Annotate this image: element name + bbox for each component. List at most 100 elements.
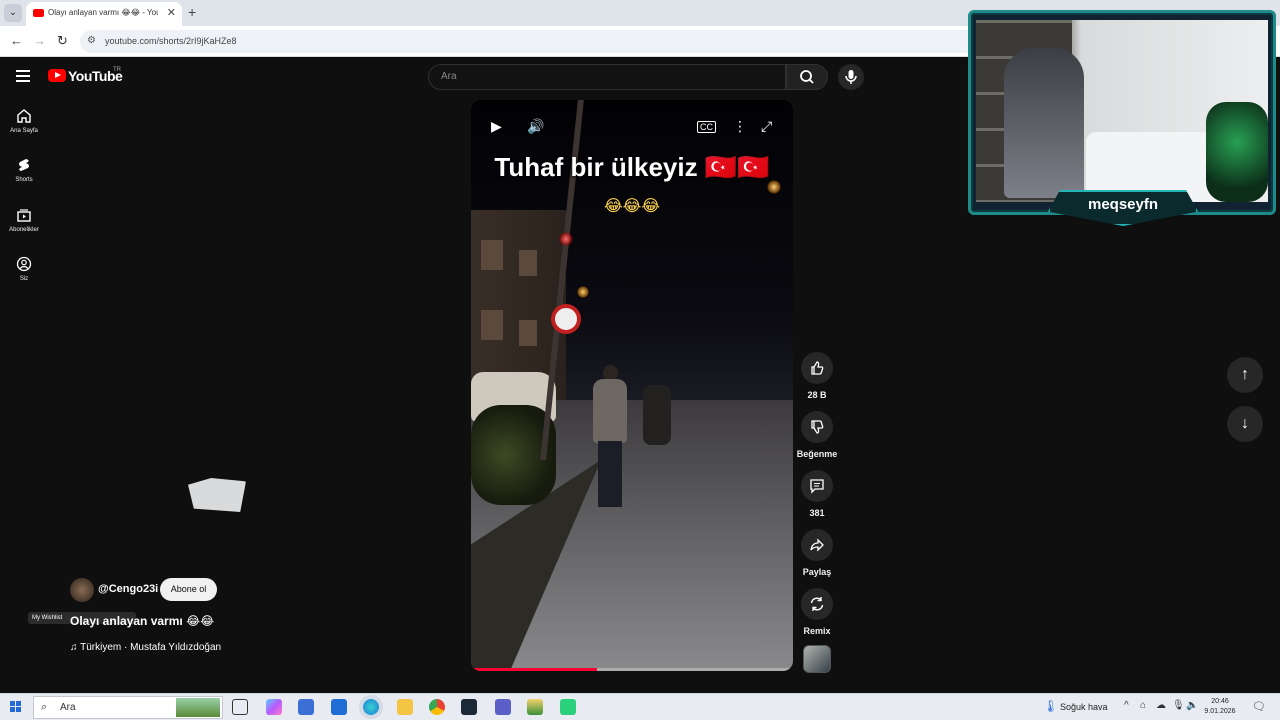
edge-browser-icon[interactable] <box>363 699 379 715</box>
play-icon[interactable]: ▶ <box>491 118 502 135</box>
like-count: 28 B <box>807 390 827 400</box>
video-overlay-caption: Tuhaf bir ülkeyiz 🇹🇷🇹🇷 <box>494 152 770 182</box>
tab-title: Olayı anlayan varmı 😂😂 - YouTube <box>48 8 158 17</box>
taskbar-search-label: Ara <box>60 702 76 713</box>
webcam-gaming-chair <box>1206 102 1268 202</box>
share-label: Paylaş <box>802 567 832 577</box>
file-explorer-icon[interactable] <box>397 699 413 715</box>
back-icon[interactable]: ← <box>10 33 23 48</box>
windows-start-icon[interactable] <box>10 701 22 713</box>
close-tab-icon[interactable]: ✕ <box>167 6 176 19</box>
street-lamp <box>577 286 589 298</box>
country-code: TR <box>113 67 121 73</box>
arrow-up-icon: ↑ <box>1241 366 1249 383</box>
guide-label: Abonelikler <box>9 227 39 233</box>
guide-item-subscriptions[interactable]: Abonelikler <box>0 207 48 247</box>
shorts-icon <box>19 159 29 171</box>
shorts-video-player[interactable]: Tuhaf bir ülkeyiz 🇹🇷🇹🇷 😂😂😂 ▶ 🔊 CC ⋮ ⤢ <box>471 100 793 671</box>
taskbar-clock[interactable]: 20:46 9.01.2026 <box>1202 697 1238 717</box>
remix-icon <box>810 597 824 611</box>
search-input[interactable]: Ara <box>428 64 786 90</box>
audio-track-thumbnail[interactable] <box>803 645 831 673</box>
video-progress-fill <box>471 668 597 671</box>
next-short-button[interactable]: ↓ <box>1227 406 1263 442</box>
search-highlight-image <box>176 698 220 717</box>
site-info-icon[interactable]: ⚙ <box>87 35 96 46</box>
share-button[interactable]: Paylaş <box>796 529 838 577</box>
taskbar: ⌕ Ara 🌡 Soğuk hava ^ ⌂ ☁ 🎙 🔈 20:46 9.01.… <box>0 693 1280 720</box>
clock-time: 20:46 <box>1211 698 1229 705</box>
chevron-up-icon[interactable]: ^ <box>1124 700 1129 711</box>
short-title[interactable]: Olayı anlayan varmı 😂😂 <box>70 614 214 628</box>
previous-short-button[interactable]: ↑ <box>1227 357 1263 393</box>
guide-label: Siz <box>19 276 29 282</box>
microphone-icon[interactable]: 🎙 <box>1172 700 1185 711</box>
floating-sticker-image <box>188 478 246 512</box>
subscribe-button[interactable]: Abone ol <box>160 578 217 601</box>
cloud-icon[interactable]: ☁ <box>1156 700 1166 711</box>
new-tab-icon[interactable]: + <box>188 4 196 20</box>
traffic-light-red <box>559 232 573 246</box>
weather-label[interactable]: Soğuk hava <box>1060 702 1108 712</box>
guide-label: Shorts <box>15 177 33 183</box>
speaker-icon[interactable]: 🔈 <box>1186 700 1198 711</box>
avatar[interactable] <box>70 578 94 602</box>
search-icon: ⌕ <box>41 701 48 713</box>
minecraft-icon[interactable] <box>527 699 543 715</box>
guide-item-you[interactable]: Siz <box>0 256 48 296</box>
microphone-icon <box>845 70 857 84</box>
chrome-icon[interactable] <box>429 699 445 715</box>
channel-name[interactable]: @Cengo23i <box>98 583 158 595</box>
task-view-icon[interactable] <box>232 699 248 715</box>
reload-icon[interactable]: ↻ <box>57 33 68 49</box>
game-app-icon[interactable] <box>560 699 576 715</box>
youtube-favicon-icon <box>33 9 44 17</box>
webcam-person <box>1004 48 1084 198</box>
clock-date: 9.01.2026 <box>1204 708 1236 715</box>
dislike-button[interactable]: Beğenme <box>796 411 838 459</box>
comments-button[interactable]: 381 <box>796 470 838 518</box>
search-placeholder: Ara <box>441 71 457 82</box>
guide-item-home[interactable]: Ana Sayfa <box>0 108 48 148</box>
steam-icon[interactable] <box>461 699 477 715</box>
teams-icon[interactable] <box>495 699 511 715</box>
comment-count: 381 <box>809 508 825 518</box>
thumbs-up-icon <box>811 361 824 375</box>
forward-icon[interactable]: → <box>33 33 46 48</box>
remix-label: Remix <box>803 626 831 636</box>
no-u-turn-sign <box>551 304 581 334</box>
dislike-label: Beğenme <box>796 449 838 459</box>
store-icon[interactable] <box>298 699 314 715</box>
webcam-overlay: meqseyfn <box>968 10 1276 228</box>
tab-search-button[interactable]: ⌄ <box>4 4 22 22</box>
browser-tab-active[interactable]: Olayı anlayan varmı 😂😂 - YouTube ✕ <box>26 2 182 26</box>
notifications-icon[interactable]: 🗨 <box>1252 700 1266 713</box>
volume-icon[interactable]: 🔊 <box>527 118 544 135</box>
arrow-down-icon: ↓ <box>1241 415 1249 432</box>
thermometer-icon: 🌡 <box>1043 699 1059 713</box>
fullscreen-icon[interactable]: ⤢ <box>761 118 772 135</box>
like-button[interactable]: 28 B <box>796 352 838 400</box>
search-button[interactable] <box>786 64 828 90</box>
comment-icon <box>810 479 824 494</box>
url-text: youtube.com/shorts/2rI9jKaHZe8 <box>105 36 237 46</box>
guide-item-shorts[interactable]: Shorts <box>0 157 48 197</box>
youtube-logo-icon[interactable] <box>48 69 66 82</box>
home-icon <box>17 109 31 123</box>
video-frame-motorbike <box>643 385 671 445</box>
voice-search-button[interactable] <box>838 64 864 90</box>
captions-icon[interactable]: CC <box>697 121 716 133</box>
more-vertical-icon[interactable]: ⋮ <box>733 118 747 135</box>
subscriptions-icon <box>17 209 31 222</box>
account-icon <box>16 256 32 272</box>
video-progress-bar[interactable] <box>471 668 793 671</box>
copilot-icon[interactable] <box>266 699 282 715</box>
audio-track-link[interactable]: ♫ Türkiyem · Mustafa Yıldızdoğan <box>70 642 221 653</box>
taskbar-search-box[interactable]: ⌕ Ara <box>33 696 223 719</box>
mail-icon[interactable] <box>331 699 347 715</box>
search-icon <box>800 70 814 84</box>
remix-button[interactable]: Remix <box>796 588 838 636</box>
network-icon[interactable]: ⌂ <box>1140 700 1146 711</box>
menu-icon[interactable] <box>16 70 30 82</box>
thumbs-down-icon <box>811 420 824 434</box>
